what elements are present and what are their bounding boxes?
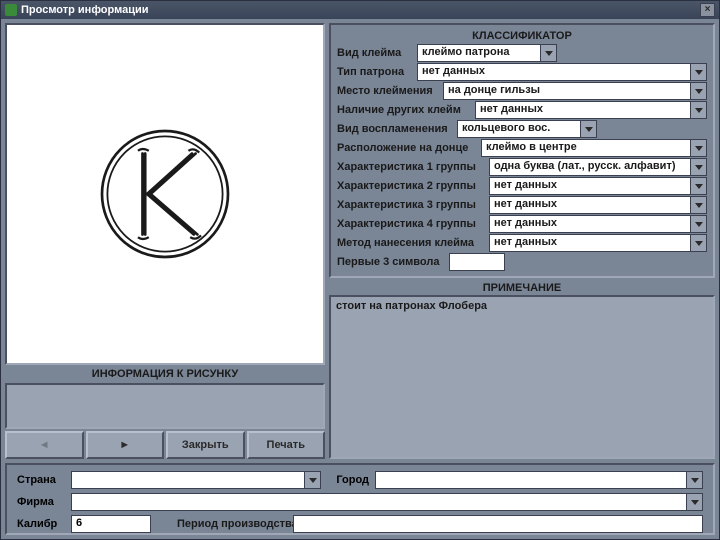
label-char4: Характеристика 4 группы	[337, 218, 489, 230]
note-header: ПРИМЕЧАНИЕ	[329, 281, 715, 295]
chevron-down-icon[interactable]	[690, 83, 706, 99]
bottom-panel: Страна Город Фирма Калибр	[5, 463, 715, 535]
combo-location[interactable]: клеймо в центре	[481, 139, 707, 157]
label-ignition: Вид воспламенения	[337, 123, 457, 135]
combo-ignition[interactable]: кольцевого вос.	[457, 120, 597, 138]
nav-next-button[interactable]: ►	[86, 431, 165, 459]
label-char2: Характеристика 2 группы	[337, 180, 489, 192]
info-textarea[interactable]	[5, 383, 325, 429]
chevron-down-icon[interactable]	[690, 216, 706, 232]
label-stamp-kind: Вид клейма	[337, 47, 417, 59]
label-country: Страна	[17, 474, 65, 486]
content-area: ИНФОРМАЦИЯ К РИСУНКУ ◄ ► Закрыть Печать …	[1, 19, 719, 539]
label-method: Метод нанесения клейма	[337, 237, 489, 249]
titlebar: Просмотр информации ×	[1, 1, 719, 19]
info-header: ИНФОРМАЦИЯ К РИСУНКУ	[5, 367, 325, 381]
label-first3: Первые 3 символа	[337, 256, 449, 268]
combo-other-stamps[interactable]: нет данных	[475, 101, 707, 119]
nav-row: ◄ ► Закрыть Печать	[5, 431, 325, 459]
label-city: Город	[327, 474, 369, 486]
upper-row: ИНФОРМАЦИЯ К РИСУНКУ ◄ ► Закрыть Печать …	[5, 23, 715, 459]
combo-char3[interactable]: нет данных	[489, 196, 707, 214]
combo-char1[interactable]: одна буква (лат., русск. алфавит)	[489, 158, 707, 176]
chevron-down-icon[interactable]	[690, 178, 706, 194]
combo-char2[interactable]: нет данных	[489, 177, 707, 195]
input-caliber[interactable]: 6	[71, 515, 151, 533]
stamp-drawing	[75, 104, 255, 284]
chevron-down-icon[interactable]	[690, 197, 706, 213]
combo-stamp-kind[interactable]: клеймо патрона	[417, 44, 557, 62]
label-location: Расположение на донце	[337, 142, 481, 154]
info-viewer-window: Просмотр информации × ИНФОРМАЦИЯ К РИСУН…	[0, 0, 720, 540]
stamp-image-panel	[5, 23, 325, 365]
app-icon	[5, 4, 17, 16]
chevron-down-icon[interactable]	[686, 472, 702, 488]
note-panel: ПРИМЕЧАНИЕ стоит на патронах Флобера	[329, 281, 715, 459]
label-period: Период производства	[157, 518, 287, 530]
nav-prev-button[interactable]: ◄	[5, 431, 84, 459]
right-column: КЛАССИФИКАТОР Вид клейма клеймо патрона …	[329, 23, 715, 459]
chevron-down-icon[interactable]	[690, 64, 706, 80]
label-char3: Характеристика 3 группы	[337, 199, 489, 211]
label-stamp-place: Место клеймения	[337, 85, 443, 97]
combo-stamp-place[interactable]: на донце гильзы	[443, 82, 707, 100]
chevron-down-icon[interactable]	[690, 102, 706, 118]
chevron-down-icon[interactable]	[540, 45, 556, 61]
label-other-stamps: Наличие других клейм	[337, 104, 475, 116]
classifier-header: КЛАССИФИКАТОР	[337, 29, 707, 43]
close-button[interactable]: Закрыть	[166, 431, 245, 459]
input-period[interactable]	[293, 515, 703, 533]
chevron-down-icon[interactable]	[690, 235, 706, 251]
window-title: Просмотр информации	[21, 4, 700, 16]
chevron-down-icon[interactable]	[580, 121, 596, 137]
combo-firm[interactable]	[71, 493, 703, 511]
combo-method[interactable]: нет данных	[489, 234, 707, 252]
note-textarea[interactable]: стоит на патронах Флобера	[329, 295, 715, 459]
combo-char4[interactable]: нет данных	[489, 215, 707, 233]
combo-cartridge-type[interactable]: нет данных	[417, 63, 707, 81]
label-firm: Фирма	[17, 496, 65, 508]
classifier-panel: КЛАССИФИКАТОР Вид клейма клеймо патрона …	[329, 23, 715, 278]
print-button[interactable]: Печать	[247, 431, 326, 459]
chevron-down-icon[interactable]	[690, 159, 706, 175]
close-icon[interactable]: ×	[700, 3, 715, 17]
chevron-down-icon[interactable]	[690, 140, 706, 156]
chevron-down-icon[interactable]	[686, 494, 702, 510]
input-first3[interactable]	[449, 253, 505, 271]
chevron-down-icon[interactable]	[304, 472, 320, 488]
combo-city[interactable]	[375, 471, 703, 489]
left-column: ИНФОРМАЦИЯ К РИСУНКУ ◄ ► Закрыть Печать	[5, 23, 325, 459]
combo-country[interactable]	[71, 471, 321, 489]
label-cartridge-type: Тип патрона	[337, 66, 417, 78]
label-char1: Характеристика 1 группы	[337, 161, 489, 173]
label-caliber: Калибр	[17, 518, 65, 530]
